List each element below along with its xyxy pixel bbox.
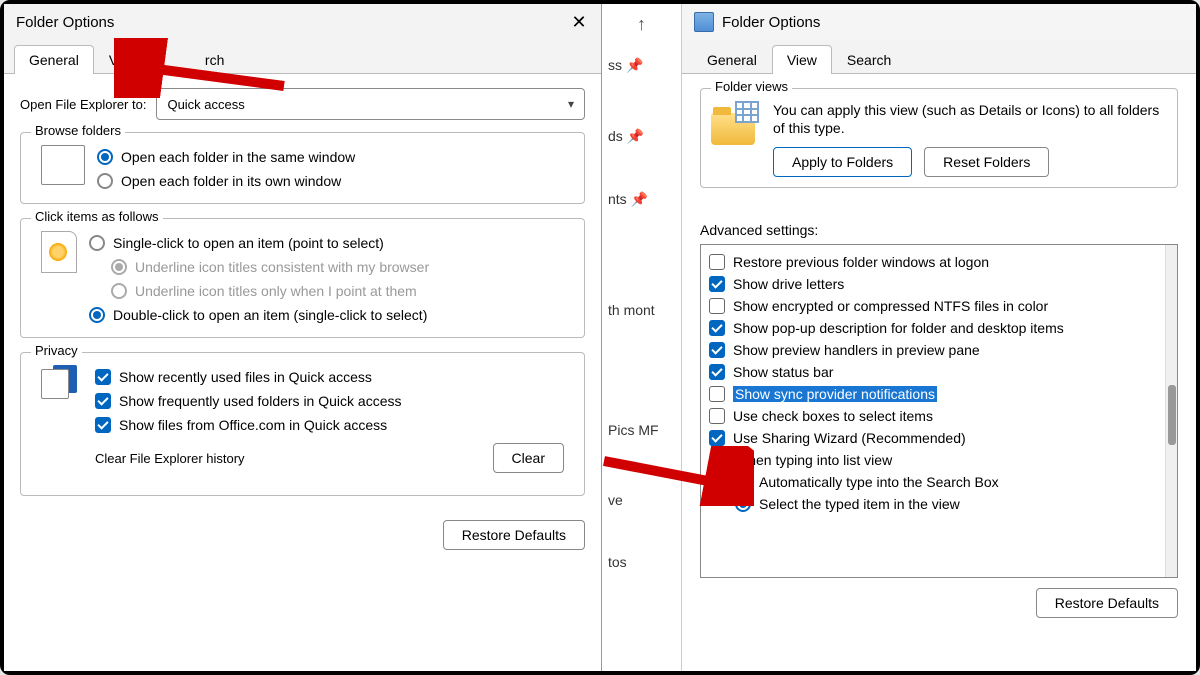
radio-select-typed[interactable]: [735, 496, 751, 512]
check-frequent-folders-label: Show frequently used folders in Quick ac…: [119, 393, 401, 409]
window-icon: [41, 145, 85, 185]
radio-underline-point-label: Underline icon titles only when I point …: [135, 283, 417, 299]
click-items-legend: Click items as follows: [31, 209, 163, 224]
titlebar-right: Folder Options: [682, 4, 1196, 40]
scrollbar-thumb[interactable]: [1168, 385, 1176, 445]
check-office-files-label: Show files from Office.com in Quick acce…: [119, 417, 387, 433]
bg-item[interactable]: ds📌: [602, 116, 681, 157]
browse-folders-group: Browse folders Open each folder in the s…: [20, 132, 585, 204]
open-explorer-select[interactable]: Quick access ▾: [156, 88, 585, 120]
up-arrow-icon[interactable]: ↑: [602, 4, 681, 45]
privacy-legend: Privacy: [31, 343, 82, 358]
bg-item[interactable]: ve: [602, 480, 681, 520]
radio-own-window-label: Open each folder in its own window: [121, 173, 341, 189]
check-sync-notifications[interactable]: [709, 386, 725, 402]
click-items-group: Click items as follows Single-click to o…: [20, 218, 585, 338]
check-office-files[interactable]: [95, 417, 111, 433]
tab-strip: General View rch: [4, 40, 601, 74]
folder-grid-icon: [711, 101, 759, 145]
radio-underline-point: [111, 283, 127, 299]
clear-history-label: Clear File Explorer history: [95, 451, 245, 466]
check-sharing-wizard[interactable]: [709, 430, 725, 446]
bg-item[interactable]: th mont: [602, 290, 681, 330]
radio-double-click[interactable]: [89, 307, 105, 323]
tab-search-right[interactable]: Search: [832, 45, 906, 74]
bg-item[interactable]: tos: [602, 542, 681, 582]
check-drive-letters[interactable]: [709, 276, 725, 292]
folder-views-legend: Folder views: [711, 79, 792, 94]
folder-icon: [709, 453, 725, 467]
tab-general-right[interactable]: General: [692, 45, 772, 74]
window-title-right: Folder Options: [722, 14, 820, 31]
explorer-background: ↑ ss📌 ds📌 nts📌 th mont Pics MF ve tos: [602, 4, 682, 671]
clear-button[interactable]: Clear: [493, 443, 564, 473]
open-explorer-value: Quick access: [167, 97, 244, 112]
privacy-group: Privacy Show recently used files in Quic…: [20, 352, 585, 496]
highlighted-option: Show sync provider notifications: [733, 386, 937, 402]
tab-strip-right: General View Search: [682, 40, 1196, 74]
advanced-settings-label: Advanced settings:: [700, 222, 1178, 238]
window-title: Folder Options: [16, 14, 114, 31]
folder-options-general-dialog: Folder Options ✕ General View rch Open F…: [4, 4, 602, 671]
folder-views-desc: You can apply this view (such as Details…: [773, 101, 1167, 137]
restore-defaults-button-right[interactable]: Restore Defaults: [1036, 588, 1178, 618]
check-ntfs-color[interactable]: [709, 298, 725, 314]
folder-views-group: Folder views You can apply this view (su…: [700, 88, 1178, 188]
check-restore-windows[interactable]: [709, 254, 725, 270]
radio-auto-search[interactable]: [735, 474, 751, 490]
folder-options-icon: [694, 12, 714, 32]
check-recent-files[interactable]: [95, 369, 111, 385]
folder-options-view-dialog: Folder Options General View Search Folde…: [682, 4, 1196, 671]
radio-same-window[interactable]: [97, 149, 113, 165]
reset-folders-button[interactable]: Reset Folders: [924, 147, 1049, 177]
privacy-icon: [41, 365, 83, 405]
open-explorer-label: Open File Explorer to:: [20, 97, 146, 112]
radio-single-click-label: Single-click to open an item (point to s…: [113, 235, 384, 251]
scrollbar[interactable]: [1165, 245, 1177, 577]
radio-underline-browser-label: Underline icon titles consistent with my…: [135, 259, 429, 275]
advanced-settings-list[interactable]: Restore previous folder windows at logon…: [700, 244, 1178, 578]
restore-defaults-button-left[interactable]: Restore Defaults: [443, 520, 585, 550]
radio-own-window[interactable]: [97, 173, 113, 189]
titlebar: Folder Options ✕: [4, 4, 601, 40]
check-preview-handlers[interactable]: [709, 342, 725, 358]
check-checkboxes[interactable]: [709, 408, 725, 424]
chevron-down-icon: ▾: [568, 97, 574, 111]
tab-search[interactable]: rch: [154, 45, 239, 74]
radio-underline-browser: [111, 259, 127, 275]
close-icon[interactable]: ✕: [569, 12, 589, 32]
radio-single-click[interactable]: [89, 235, 105, 251]
browse-folders-legend: Browse folders: [31, 123, 125, 138]
tab-general[interactable]: General: [14, 45, 94, 74]
bg-item[interactable]: ss📌: [602, 45, 681, 86]
check-popup-desc[interactable]: [709, 320, 725, 336]
check-recent-files-label: Show recently used files in Quick access: [119, 369, 372, 385]
apply-to-folders-button[interactable]: Apply to Folders: [773, 147, 912, 177]
tab-view[interactable]: View: [94, 45, 154, 74]
radio-double-click-label: Double-click to open an item (single-cli…: [113, 307, 427, 323]
click-icon: [41, 231, 77, 273]
check-frequent-folders[interactable]: [95, 393, 111, 409]
bg-item[interactable]: Pics MF: [602, 410, 681, 450]
radio-same-window-label: Open each folder in the same window: [121, 149, 355, 165]
bg-item[interactable]: nts📌: [602, 179, 681, 220]
tab-view-right[interactable]: View: [772, 45, 832, 74]
check-status-bar[interactable]: [709, 364, 725, 380]
